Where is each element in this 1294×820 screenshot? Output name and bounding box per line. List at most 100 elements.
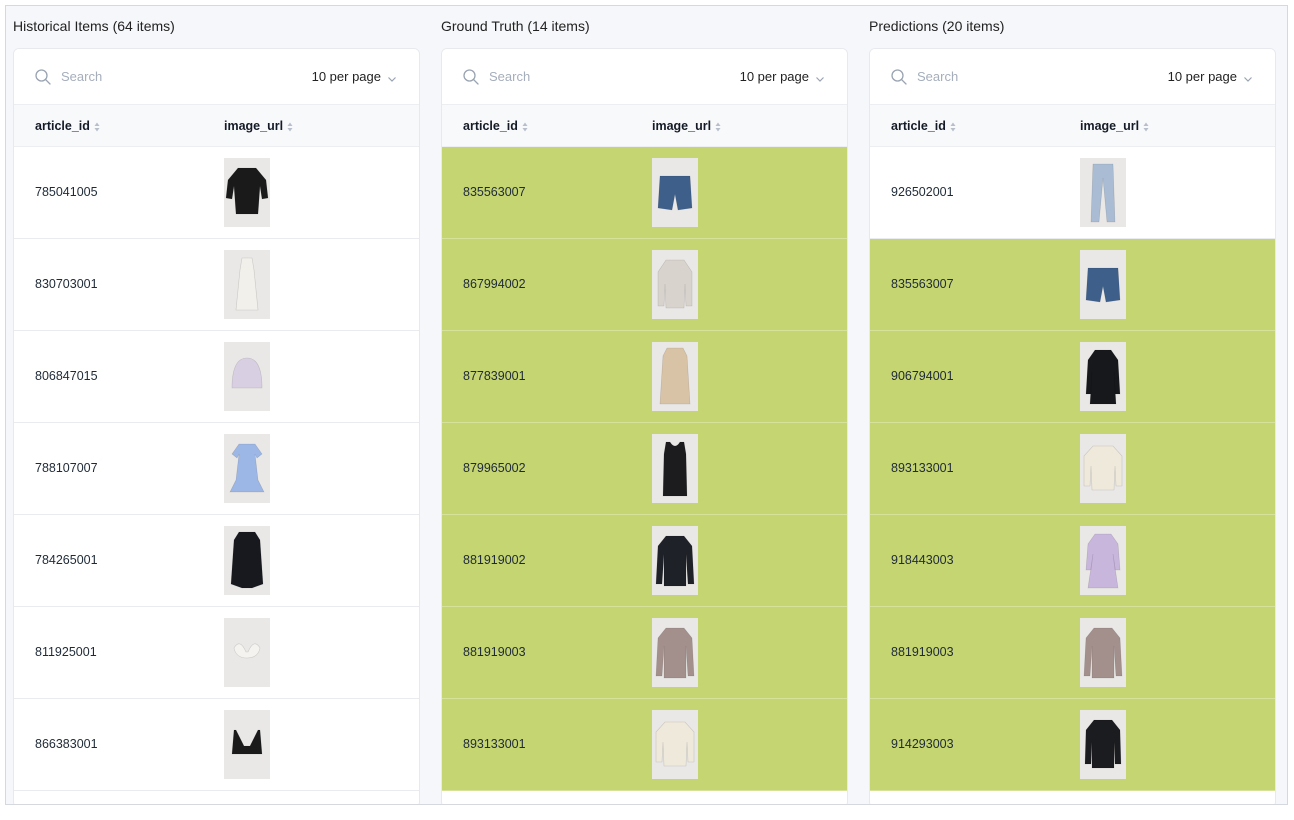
table-row[interactable]: 788107007: [14, 423, 419, 515]
article-id-cell: 811925001: [35, 645, 97, 659]
product-image: [1080, 526, 1126, 595]
table-header: article_id image_url: [870, 105, 1275, 147]
column-header-label: image_url: [224, 119, 284, 133]
table-row[interactable]: 867994002: [442, 239, 847, 331]
table-row[interactable]: 784265001: [14, 515, 419, 607]
article-id-cell: 893133001: [891, 461, 954, 475]
product-image: [224, 434, 270, 503]
per-page-label: 10 per page: [1167, 69, 1237, 84]
search-icon[interactable]: [34, 68, 52, 86]
column-header-image-url[interactable]: image_url: [652, 119, 721, 133]
product-image: [1080, 434, 1126, 503]
search-icon[interactable]: [462, 68, 480, 86]
panel-ground-truth: Ground Truth (14 items) Search 10 per pa…: [441, 6, 848, 804]
article-id-cell: 806847015: [35, 369, 98, 383]
table-row[interactable]: 881919003: [870, 607, 1275, 699]
column-header-image-url[interactable]: image_url: [1080, 119, 1149, 133]
article-id-cell: 877839001: [463, 369, 526, 383]
product-image: [652, 250, 698, 319]
chevron-down-icon: [1243, 72, 1253, 82]
article-id-cell: 866383001: [35, 737, 98, 751]
table-row[interactable]: 877839001: [442, 331, 847, 423]
sort-icon: [287, 121, 293, 132]
column-header-label: image_url: [652, 119, 712, 133]
column-header-article-id[interactable]: article_id: [891, 119, 956, 133]
product-image: [1080, 342, 1126, 411]
product-image: [652, 526, 698, 595]
chevron-down-icon: [387, 72, 397, 82]
product-image: [224, 158, 270, 227]
search-icon[interactable]: [890, 68, 908, 86]
column-header-article-id[interactable]: article_id: [463, 119, 528, 133]
table-body: 785041005 830703001 806847015 788107007 7842…: [14, 147, 419, 791]
article-id-cell: 788107007: [35, 461, 98, 475]
table-row[interactable]: 835563007: [870, 239, 1275, 331]
sort-icon: [522, 121, 528, 132]
per-page-label: 10 per page: [739, 69, 809, 84]
table-card: Search 10 per page article_id image_url …: [869, 48, 1276, 804]
per-page-select[interactable]: 10 per page: [740, 69, 825, 84]
search-input[interactable]: Search: [489, 69, 530, 84]
table-header: article_id image_url: [442, 105, 847, 147]
product-image: [1080, 250, 1126, 319]
table-card: Search 10 per page article_id image_url …: [441, 48, 848, 804]
article-id-cell: 881919003: [463, 645, 526, 659]
table-row[interactable]: 926502001: [870, 147, 1275, 239]
article-id-cell: 914293003: [891, 737, 954, 751]
table-row[interactable]: 835563007: [442, 147, 847, 239]
table-row[interactable]: 830703001: [14, 239, 419, 331]
table-row[interactable]: 906794001: [870, 331, 1275, 423]
table-toolbar: Search 10 per page: [442, 49, 847, 105]
table-row[interactable]: 785041005: [14, 147, 419, 239]
product-image: [1080, 710, 1126, 779]
panel-historical-items: Historical Items (64 items) Search 10 pe…: [13, 6, 420, 804]
table-header: article_id image_url: [14, 105, 419, 147]
product-image: [652, 618, 698, 687]
product-image: [1080, 618, 1126, 687]
table-card: Search 10 per page article_id image_url …: [13, 48, 420, 804]
sort-icon: [715, 121, 721, 132]
sort-icon: [1143, 121, 1149, 132]
product-image: [224, 342, 270, 411]
article-id-cell: 926502001: [891, 185, 954, 199]
article-id-cell: 879965002: [463, 461, 526, 475]
product-image: [652, 710, 698, 779]
product-image: [224, 526, 270, 595]
table-row[interactable]: 881919003: [442, 607, 847, 699]
per-page-select[interactable]: 10 per page: [1168, 69, 1253, 84]
search-input[interactable]: Search: [917, 69, 958, 84]
column-header-label: article_id: [463, 119, 518, 133]
table-body: 926502001 835563007 906794001 893133001 9184…: [870, 147, 1275, 791]
panel-title: Historical Items (64 items): [13, 18, 175, 34]
article-id-cell: 881919002: [463, 553, 526, 567]
column-header-image-url[interactable]: image_url: [224, 119, 293, 133]
column-header-label: image_url: [1080, 119, 1140, 133]
product-image: [224, 710, 270, 779]
table-row[interactable]: 918443003: [870, 515, 1275, 607]
table-row[interactable]: 881919002: [442, 515, 847, 607]
table-row[interactable]: 914293003: [870, 699, 1275, 791]
chevron-down-icon: [815, 72, 825, 82]
panel-predictions: Predictions (20 items) Search 10 per pag…: [869, 6, 1276, 804]
table-row[interactable]: 879965002: [442, 423, 847, 515]
table-row[interactable]: 893133001: [442, 699, 847, 791]
table-row[interactable]: 893133001: [870, 423, 1275, 515]
column-header-article-id[interactable]: article_id: [35, 119, 100, 133]
table-row[interactable]: 866383001: [14, 699, 419, 791]
product-image: [652, 158, 698, 227]
article-id-cell: 835563007: [891, 277, 954, 291]
article-id-cell: 830703001: [35, 277, 98, 291]
table-row[interactable]: 811925001: [14, 607, 419, 699]
panel-title: Ground Truth (14 items): [441, 18, 590, 34]
table-row[interactable]: 806847015: [14, 331, 419, 423]
column-header-label: article_id: [35, 119, 90, 133]
product-image: [1080, 158, 1126, 227]
search-input[interactable]: Search: [61, 69, 102, 84]
article-id-cell: 918443003: [891, 553, 954, 567]
article-id-cell: 867994002: [463, 277, 526, 291]
article-id-cell: 906794001: [891, 369, 954, 383]
table-toolbar: Search 10 per page: [14, 49, 419, 105]
article-id-cell: 881919003: [891, 645, 954, 659]
table-toolbar: Search 10 per page: [870, 49, 1275, 105]
per-page-select[interactable]: 10 per page: [312, 69, 397, 84]
